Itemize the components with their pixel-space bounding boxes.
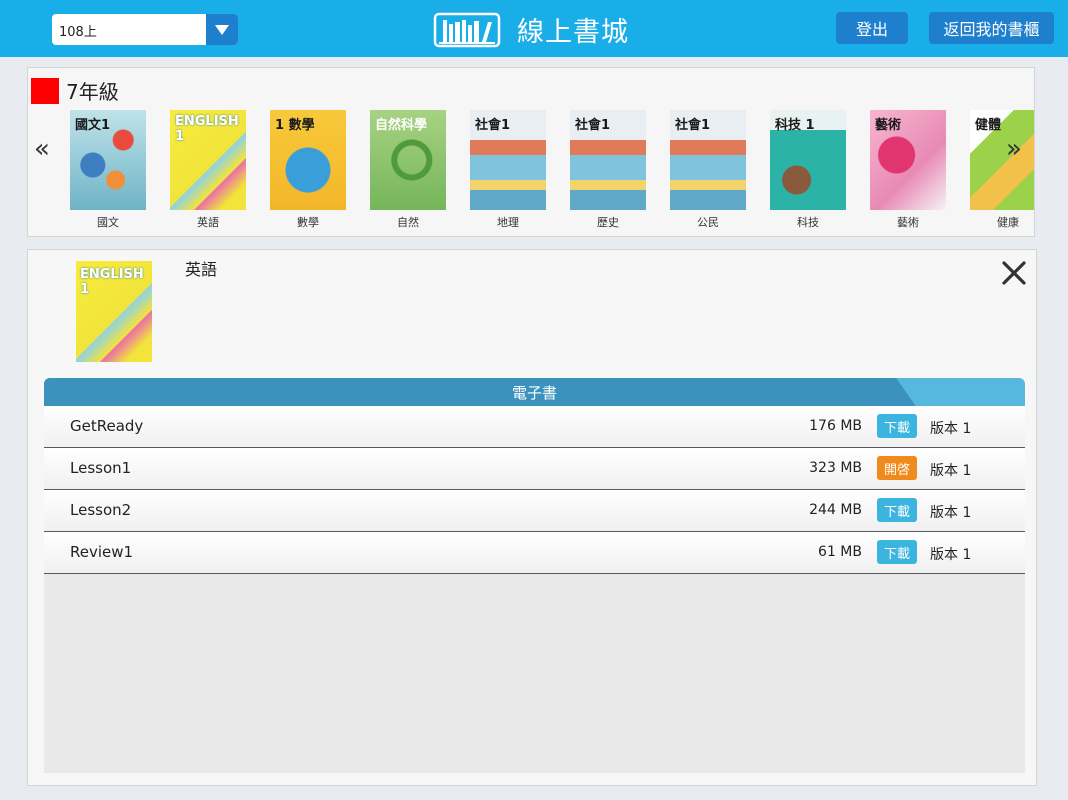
book-item-chinese[interactable]: 國文1 國文 bbox=[70, 110, 146, 230]
download-button[interactable]: 下載 bbox=[877, 498, 917, 522]
file-name: GetReady bbox=[70, 417, 144, 435]
file-version: 版本 1 bbox=[930, 547, 972, 563]
ebook-section-header: 電子書 bbox=[44, 378, 1025, 406]
logout-button[interactable]: 登出 bbox=[836, 12, 908, 44]
semester-select[interactable]: 108上 bbox=[52, 14, 238, 45]
file-row: GetReady 176 MB 下載 版本 1 bbox=[44, 406, 1025, 448]
open-button[interactable]: 開啓 bbox=[877, 456, 917, 480]
book-cover-title: 1 數學 bbox=[275, 118, 315, 133]
download-button[interactable]: 下載 bbox=[877, 540, 917, 564]
book-name: 公民 bbox=[697, 216, 719, 229]
scroll-left-icon[interactable]: « bbox=[34, 136, 50, 162]
detail-cover-title: ENGLISH 1 bbox=[80, 267, 144, 297]
book-name: 藝術 bbox=[897, 216, 919, 229]
file-size: 61 MB bbox=[818, 544, 862, 560]
book-cover-title: 健體 bbox=[975, 118, 1002, 133]
book-cover[interactable]: 自然科學 bbox=[370, 110, 446, 210]
book-cover-title: ENGLISH 1 bbox=[175, 114, 239, 144]
book-cover[interactable]: 健體 bbox=[970, 110, 1034, 210]
scroll-right-icon[interactable]: » bbox=[1006, 136, 1022, 162]
file-row: Review1 61 MB 下載 版本 1 bbox=[44, 532, 1025, 574]
book-name: 自然 bbox=[397, 216, 419, 229]
book-item-geography[interactable]: 社會1 地理 bbox=[470, 110, 546, 230]
section-label: 電子書 bbox=[511, 384, 557, 402]
book-cover-title: 國文1 bbox=[75, 118, 111, 133]
detail-book-name: 英語 bbox=[185, 260, 218, 279]
file-version: 版本 1 bbox=[930, 463, 972, 479]
file-name: Review1 bbox=[70, 543, 134, 561]
grade-label: 7年級 bbox=[66, 80, 119, 104]
grade-panel: 7年級 « 國文1 國文 ENGLISH 1 英語 1 數學 數學 自然科學 自… bbox=[27, 67, 1035, 237]
book-cover[interactable]: 藝術 bbox=[870, 110, 946, 210]
file-size: 176 MB bbox=[809, 418, 862, 434]
file-version: 版本 1 bbox=[930, 421, 972, 437]
book-cover-title: 科技 1 bbox=[775, 118, 815, 133]
book-name: 科技 bbox=[797, 216, 819, 229]
file-name: Lesson1 bbox=[70, 459, 132, 477]
book-cover-title: 社會1 bbox=[575, 118, 611, 133]
book-item-technology[interactable]: 科技 1 科技 bbox=[770, 110, 846, 230]
book-cover[interactable]: ENGLISH 1 bbox=[170, 110, 246, 210]
grade-heading: 7年級 bbox=[31, 76, 119, 105]
book-cover-title: 社會1 bbox=[475, 118, 511, 133]
book-cover-title: 藝術 bbox=[875, 118, 902, 133]
book-cover[interactable]: 社會1 bbox=[570, 110, 646, 210]
book-cover[interactable]: 社會1 bbox=[670, 110, 746, 210]
book-name: 健康 bbox=[997, 216, 1019, 229]
book-cover-title: 自然科學 bbox=[375, 118, 428, 133]
file-size: 244 MB bbox=[809, 502, 862, 518]
back-to-bookshelf-button[interactable]: 返回我的書櫃 bbox=[929, 12, 1054, 44]
file-list: GetReady 176 MB 下載 版本 1 Lesson1 323 MB 開… bbox=[44, 406, 1025, 773]
brand: 線上書城 bbox=[433, 10, 629, 49]
semester-select-value: 108上 bbox=[59, 25, 97, 40]
book-cover[interactable]: 科技 1 bbox=[770, 110, 846, 210]
detail-book-cover: ENGLISH 1 bbox=[76, 261, 152, 362]
book-cover[interactable]: 社會1 bbox=[470, 110, 546, 210]
book-item-arts[interactable]: 藝術 藝術 bbox=[870, 110, 946, 230]
book-item-math[interactable]: 1 數學 數學 bbox=[270, 110, 346, 230]
book-name: 英語 bbox=[197, 216, 219, 229]
chevron-down-icon[interactable] bbox=[206, 14, 238, 45]
book-name: 地理 bbox=[497, 216, 519, 229]
page-title: 線上書城 bbox=[517, 17, 629, 48]
book-cover-title: 社會1 bbox=[675, 118, 711, 133]
book-item-science[interactable]: 自然科學 自然 bbox=[370, 110, 446, 230]
close-icon[interactable] bbox=[1000, 259, 1028, 287]
file-row: Lesson2 244 MB 下載 版本 1 bbox=[44, 490, 1025, 532]
download-button[interactable]: 下載 bbox=[877, 414, 917, 438]
top-header: 108上 線上書城 登出 返回我的書櫃 bbox=[0, 0, 1068, 57]
book-cover[interactable]: 國文1 bbox=[70, 110, 146, 210]
book-item-civics[interactable]: 社會1 公民 bbox=[670, 110, 746, 230]
book-item-english[interactable]: ENGLISH 1 英語 bbox=[170, 110, 246, 230]
file-version: 版本 1 bbox=[930, 505, 972, 521]
book-name: 國文 bbox=[97, 216, 119, 229]
book-detail-panel: ENGLISH 1 英語 電子書 GetReady 176 MB 下載 版本 1… bbox=[27, 249, 1037, 786]
book-cover[interactable]: 1 數學 bbox=[270, 110, 346, 210]
book-name: 歷史 bbox=[597, 216, 619, 229]
book-item-history[interactable]: 社會1 歷史 bbox=[570, 110, 646, 230]
file-name: Lesson2 bbox=[70, 501, 132, 519]
file-size: 323 MB bbox=[809, 460, 862, 476]
bookshelf-icon bbox=[433, 12, 501, 47]
book-item-health[interactable]: 健體 健康 bbox=[970, 110, 1034, 230]
file-row: Lesson1 323 MB 開啓 版本 1 bbox=[44, 448, 1025, 490]
book-name: 數學 bbox=[297, 216, 319, 229]
grade-marker bbox=[31, 77, 59, 104]
